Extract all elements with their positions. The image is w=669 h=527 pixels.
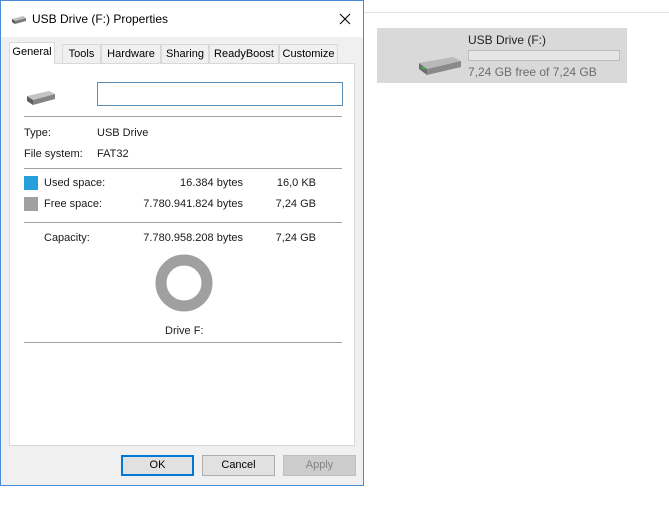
drive-tile-name: USB Drive (F:) xyxy=(468,33,546,47)
used-space-size: 16,0 KB xyxy=(276,177,316,189)
cancel-button[interactable]: Cancel xyxy=(202,455,275,476)
drive-tile-usb[interactable]: USB Drive (F:) 7,24 GB free of 7,24 GB xyxy=(377,28,627,83)
separator xyxy=(24,116,342,117)
tab-readyboost[interactable]: ReadyBoost xyxy=(209,44,279,63)
ok-button[interactable]: OK xyxy=(121,455,194,476)
close-icon xyxy=(339,13,351,25)
type-value: USB Drive xyxy=(97,127,149,139)
drive-caption: Drive F: xyxy=(165,325,204,337)
title-bar[interactable]: USB Drive (F:) Properties xyxy=(1,1,363,37)
type-label: Type: xyxy=(24,127,51,139)
file-system-value: FAT32 xyxy=(97,148,129,160)
drive-usage-bar xyxy=(468,50,620,61)
general-tab-panel: Type: USB Drive File system: FAT32 Used … xyxy=(9,63,355,446)
explorer-divider xyxy=(364,12,669,13)
free-space-size: 7,24 GB xyxy=(275,198,316,210)
capacity-size: 7,24 GB xyxy=(275,232,316,244)
drive-name-input[interactable] xyxy=(97,82,343,106)
free-space-bytes: 7.780.941.824 bytes xyxy=(143,198,243,210)
tab-hardware[interactable]: Hardware xyxy=(101,44,161,63)
used-space-bytes: 16.384 bytes xyxy=(180,177,243,189)
properties-dialog: USB Drive (F:) Properties General Tools … xyxy=(0,0,364,486)
tab-customize[interactable]: Customize xyxy=(279,44,338,63)
separator xyxy=(24,168,342,169)
free-space-ring xyxy=(155,254,213,312)
close-button[interactable] xyxy=(327,1,363,37)
usb-drive-icon xyxy=(12,16,26,24)
tab-sharing[interactable]: Sharing xyxy=(161,44,209,63)
tab-general[interactable]: General xyxy=(9,42,55,64)
drive-free-text: 7,24 GB free of 7,24 GB xyxy=(468,65,597,79)
capacity-bytes: 7.780.958.208 bytes xyxy=(143,232,243,244)
free-space-label: Free space: xyxy=(44,198,103,210)
dialog-title: USB Drive (F:) Properties xyxy=(32,12,169,26)
disk-usage-donut xyxy=(155,254,213,312)
tab-tools[interactable]: Tools xyxy=(62,44,101,63)
used-space-label: Used space: xyxy=(44,177,106,189)
file-system-label: File system: xyxy=(24,148,83,160)
capacity-label: Capacity: xyxy=(44,232,90,244)
separator xyxy=(24,222,342,223)
free-space-swatch xyxy=(24,197,38,211)
apply-button[interactable]: Apply xyxy=(283,455,356,476)
usb-drive-icon xyxy=(419,57,461,75)
used-space-swatch xyxy=(24,176,38,190)
usb-drive-icon xyxy=(27,91,55,105)
separator xyxy=(24,342,342,343)
